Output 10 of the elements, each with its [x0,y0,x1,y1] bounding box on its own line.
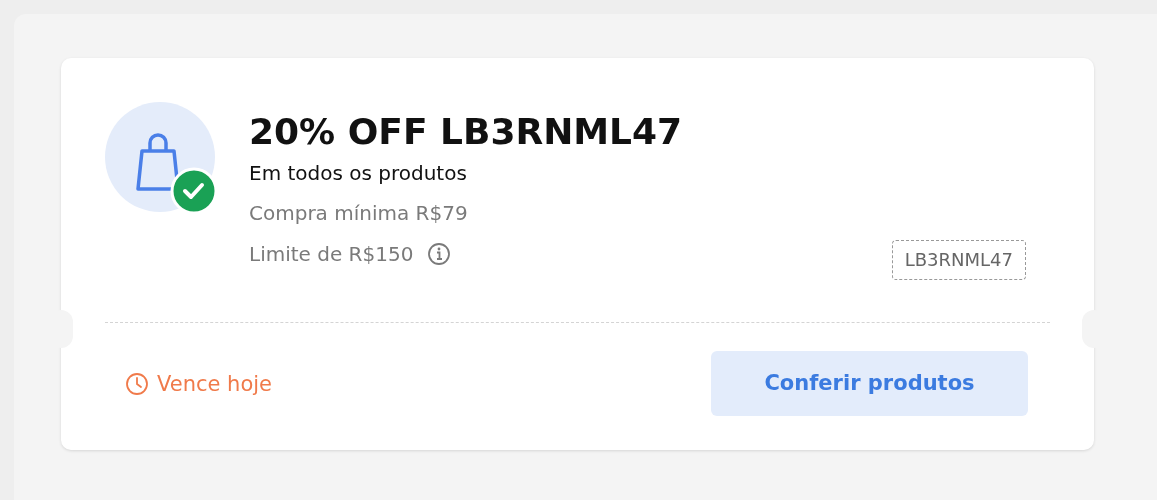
expiry-text: Vence hoje [157,370,273,398]
discount-limit: Limite de R$150 [249,241,414,267]
coupon-code: LB3RNML47 [891,240,1026,280]
clock-icon [125,371,149,396]
view-products-button[interactable]: Conferir produtos [711,351,1028,416]
coupon-title: 20% OFF LB3RNML47 [249,110,683,154]
minimum-purchase: Compra mínima R$79 [249,200,469,226]
info-icon[interactable] [427,242,452,266]
coupon-scope: Em todos os produtos [249,160,468,186]
bag-check-icon [105,102,217,214]
